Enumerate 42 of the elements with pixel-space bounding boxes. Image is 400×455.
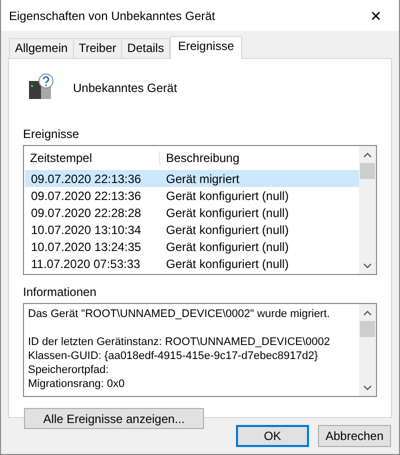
table-cell-text: 10.07.2020 13:10:34 <box>30 222 142 236</box>
info-line: Das Gerät "ROOT\UNNAMED_DEVICE\0002" wurde migriert. <box>28 307 331 321</box>
close-button[interactable]: ✕ <box>353 0 399 31</box>
column-header[interactable]: Beschreibung <box>159 151 240 165</box>
window-title: Eigenschaften von Unbekanntes Gerät <box>9 8 216 22</box>
scrollbar[interactable] <box>359 304 376 396</box>
table-cell-text: 11.07.2020 07:53:33 <box>30 256 142 270</box>
section-label: Ereignisse <box>23 127 80 142</box>
table-cell-text: Gerät konfiguriert (null) <box>165 206 289 220</box>
event-list[interactable] <box>23 145 377 275</box>
info-line: ID der letzten Gerätinstanz: ROOT\UNNAMED_DEVICE\0002 <box>28 335 331 349</box>
table-cell-text: 09.07.2020 22:13:36 <box>30 188 142 202</box>
event-row[interactable]: 09.07.2020 22:13:36 Gerät konfiguriert (null) <box>25 187 359 204</box>
dialog-button[interactable]: Abbrechen <box>318 425 391 447</box>
table-cell-text: 09.07.2020 22:28:28 <box>30 206 142 220</box>
scrollbar-thumb[interactable] <box>360 321 375 337</box>
tab[interactable]: Ereignisse <box>170 36 242 59</box>
tab[interactable]: Allgemein <box>9 38 74 58</box>
table-cell-text: 09.07.2020 22:13:36 <box>30 172 142 186</box>
event-row[interactable]: 10.07.2020 13:24:35 Gerät konfiguriert (null) <box>25 238 359 255</box>
column-header[interactable]: Zeitstempel <box>24 151 159 165</box>
tab[interactable]: Details <box>121 38 170 58</box>
event-row[interactable]: 10.07.2020 13:10:34 Gerät konfiguriert (null) <box>25 221 359 238</box>
section-label: Informationen <box>23 285 98 300</box>
table-cell-text: Gerät konfiguriert (null) <box>165 188 289 202</box>
scrollbar-thumb[interactable] <box>360 163 375 179</box>
show-all-events-button[interactable]: Alle Ereignisse anzeigen... <box>24 408 204 429</box>
event-row[interactable]: 09.07.2020 22:13:36 Gerät migriert <box>25 170 359 187</box>
table-cell-text: Gerät migriert <box>165 172 240 186</box>
device-name: Unbekanntes Gerät <box>73 81 178 95</box>
info-line: Migrationsrang: 0x0 <box>28 377 126 391</box>
event-row[interactable]: 11.07.2020 07:53:33 Gerät konfiguriert (null) <box>25 255 359 272</box>
table-cell-text: Gerät konfiguriert (null) <box>165 240 289 254</box>
event-row[interactable]: 09.07.2020 22:28:28 Gerät konfiguriert (null) <box>25 204 359 221</box>
info-line: Speicherortpfad: <box>28 363 110 377</box>
info-box[interactable]: Das Gerät "ROOT\UNNAMED_DEVICE\0002" wurde migriert. ID der letzten Gerätinstanz: ROOT\UNNAMED_DEVICE\0002 Klassen-GUID: {aa018edf-4915-415e-9c17-d7ebec8917d2} Speicherortpfad: Migrationsrang: 0x0 <box>23 303 377 397</box>
table-cell-text: Gerät konfiguriert (null) <box>165 256 289 270</box>
table-cell-text: 10.07.2020 13:24:35 <box>30 240 142 254</box>
info-line: Klassen-GUID: {aa018edf-4915-415e-9c17-d7ebec8917d2} <box>28 349 319 363</box>
scrollbar[interactable] <box>359 146 376 274</box>
dialog-button[interactable]: OK <box>236 425 309 447</box>
table-cell-text: Gerät konfiguriert (null) <box>165 222 289 236</box>
